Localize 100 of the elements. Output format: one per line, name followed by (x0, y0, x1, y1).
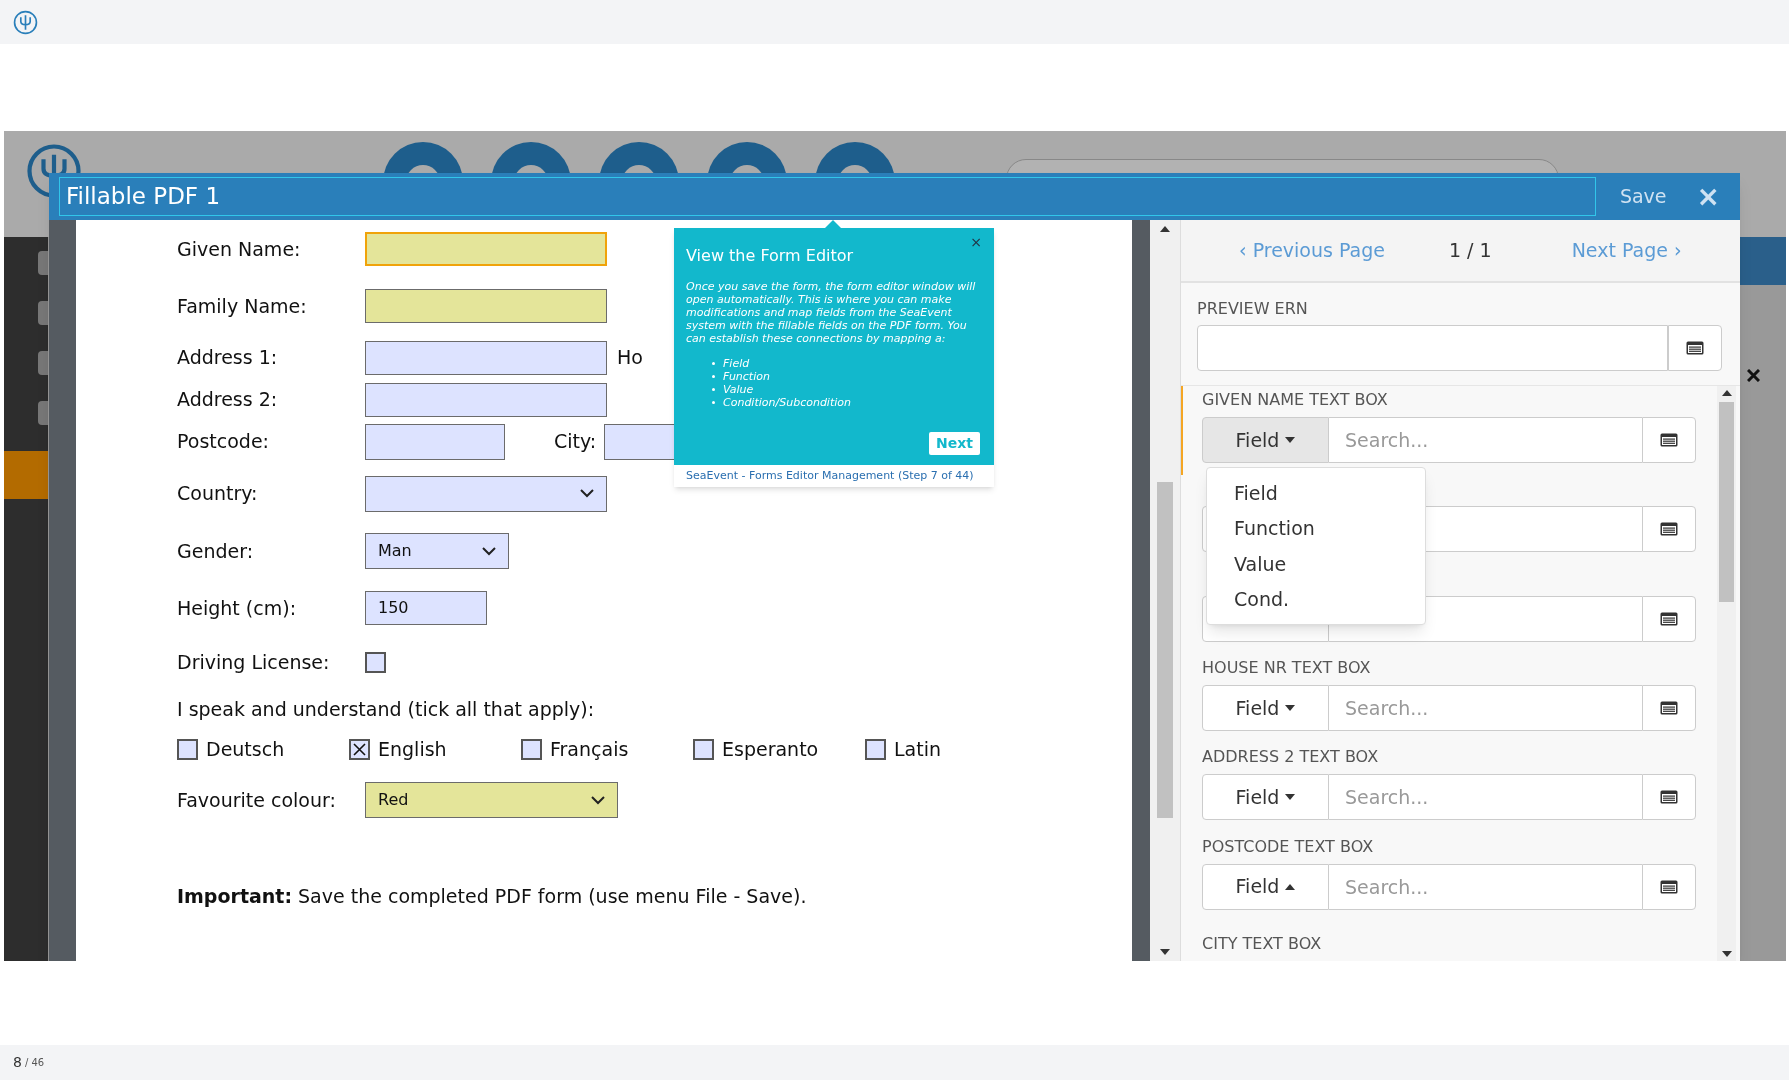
scrollbar-thumb[interactable] (1719, 402, 1734, 602)
type-dropdown[interactable]: Field (1202, 774, 1329, 821)
option-label: Esperanto (722, 737, 819, 762)
option-label: Deutsch (206, 737, 285, 762)
text-field[interactable] (365, 289, 607, 323)
caret-down-icon (1160, 949, 1170, 955)
bullet-icon (712, 388, 715, 391)
select-field[interactable]: Man (365, 533, 509, 569)
menu-item[interactable]: Cond. (1207, 581, 1425, 617)
checkbox[interactable] (521, 738, 542, 760)
page-indicator: 1 / 1 (1449, 238, 1492, 264)
search-field[interactable]: Search... (1329, 863, 1642, 910)
sidebar-glyph-icon (38, 251, 48, 275)
mapping-label: ADDRESS 2 TEXT BOX (1202, 746, 1379, 769)
list-button[interactable] (1642, 684, 1696, 731)
sidebar-glyph-icon (38, 351, 48, 375)
search-field[interactable]: Search... (1329, 417, 1642, 463)
field-label: Ho (617, 345, 643, 371)
caret-up-icon (1285, 883, 1296, 890)
caret-up-icon (1721, 390, 1732, 396)
checkbox[interactable] (349, 738, 370, 760)
list-icon (1660, 522, 1678, 537)
field-label: Address 1: (177, 345, 279, 371)
bullet-text: Field (723, 357, 750, 370)
field-label: Driving License: (177, 649, 331, 675)
mapping-label: CITY TEXT BOX (1202, 933, 1322, 953)
window-title: Fillable PDF 1 (66, 182, 221, 212)
option-label: English (378, 737, 447, 762)
option-label: Français (550, 737, 629, 762)
field-label: Favourite colour: (177, 787, 337, 813)
list-icon (1660, 879, 1678, 894)
sidebar-glyph-icon (38, 301, 48, 325)
menu-item[interactable]: Field (1207, 475, 1425, 511)
caret-down-icon (1285, 704, 1296, 711)
list-icon (1686, 341, 1704, 355)
list-button[interactable] (1642, 774, 1696, 821)
type-dropdown[interactable]: Field (1202, 417, 1329, 463)
text-field[interactable] (365, 340, 607, 375)
menu-item[interactable]: Value (1207, 546, 1425, 582)
preview-field[interactable] (1197, 325, 1668, 371)
menu-item[interactable]: Function (1207, 510, 1425, 546)
trident-logo-icon[interactable] (13, 9, 38, 35)
chevron-down-icon (580, 489, 594, 498)
checkbox[interactable] (693, 738, 714, 760)
list-icon (1660, 611, 1678, 626)
chevron-down-icon (591, 795, 605, 805)
list-icon (1660, 433, 1678, 447)
question-text: I speak and understand (tick all that apply): (177, 696, 596, 722)
sidebar-active-item (4, 451, 48, 499)
bullet-text: Condition/Subcondition (723, 396, 851, 409)
field-label: City: (554, 429, 597, 455)
list-icon (1660, 700, 1678, 715)
text-field[interactable] (365, 382, 607, 417)
text-field[interactable] (365, 232, 607, 266)
close-button[interactable]: × (970, 232, 982, 253)
list-icon (1660, 790, 1678, 805)
field-label: Given Name: (177, 236, 302, 262)
mapping-label: POSTCODE TEXT BOX (1202, 835, 1374, 858)
mapping-label: GIVEN NAME TEXT BOX (1202, 389, 1388, 411)
chevron-down-icon (482, 546, 496, 556)
select-field[interactable]: Red (365, 782, 618, 818)
popover-footer: SeaEvent - Forms Editor Management (Step 7 of 44) (686, 467, 974, 485)
option-label: Latin (894, 737, 941, 762)
list-button[interactable] (1642, 506, 1696, 553)
scrollbar-thumb[interactable] (1157, 482, 1173, 818)
field-label: Address 2: (177, 387, 279, 413)
search-field[interactable]: Search... (1329, 774, 1642, 821)
note-text: Important: Save the completed PDF form (use menu File - Save). (177, 884, 808, 909)
bullet-text: Value (723, 383, 754, 396)
field-label: Country: (177, 481, 259, 507)
page-total: / 46 (24, 1056, 45, 1070)
caret-down-icon (1285, 794, 1296, 801)
page-number: 8 (13, 1053, 22, 1072)
bullet-text: Function (723, 370, 770, 383)
sidebar-glyph-icon (38, 401, 48, 425)
caret-up-icon (1160, 226, 1170, 232)
field-label: Family Name: (177, 293, 308, 319)
checkbox[interactable] (865, 738, 886, 760)
popover-title: View the Form Editor (686, 245, 855, 267)
type-dropdown[interactable]: Field (1202, 684, 1329, 731)
list-button[interactable] (1642, 595, 1696, 642)
text-field[interactable]: 150 (365, 591, 487, 625)
caret-down-icon (1285, 437, 1296, 443)
search-field[interactable]: Search... (1329, 684, 1642, 731)
caret-down-icon (1721, 951, 1732, 957)
checkbox[interactable] (365, 651, 386, 673)
list-button[interactable] (1642, 417, 1696, 463)
type-dropdown[interactable]: Field (1202, 863, 1329, 910)
field-label: Postcode: (177, 429, 270, 455)
mapping-label: HOUSE NR TEXT BOX (1202, 656, 1371, 679)
cross-mark-icon (353, 742, 366, 756)
select-field[interactable] (365, 475, 607, 512)
bullet-icon (712, 375, 715, 378)
list-button[interactable] (1642, 863, 1696, 910)
list-button[interactable] (1668, 325, 1722, 371)
bullet-icon (712, 362, 715, 365)
popover-body: Once you save the form, the form editor window will open automatically. This is where you can make modifications and map fields from the SeaEvent system with the fillable fields on the PDF form. You can establish these connections by mapping a: (686, 280, 977, 345)
text-field[interactable] (365, 423, 505, 460)
bullet-icon (712, 401, 715, 404)
checkbox[interactable] (177, 738, 198, 760)
